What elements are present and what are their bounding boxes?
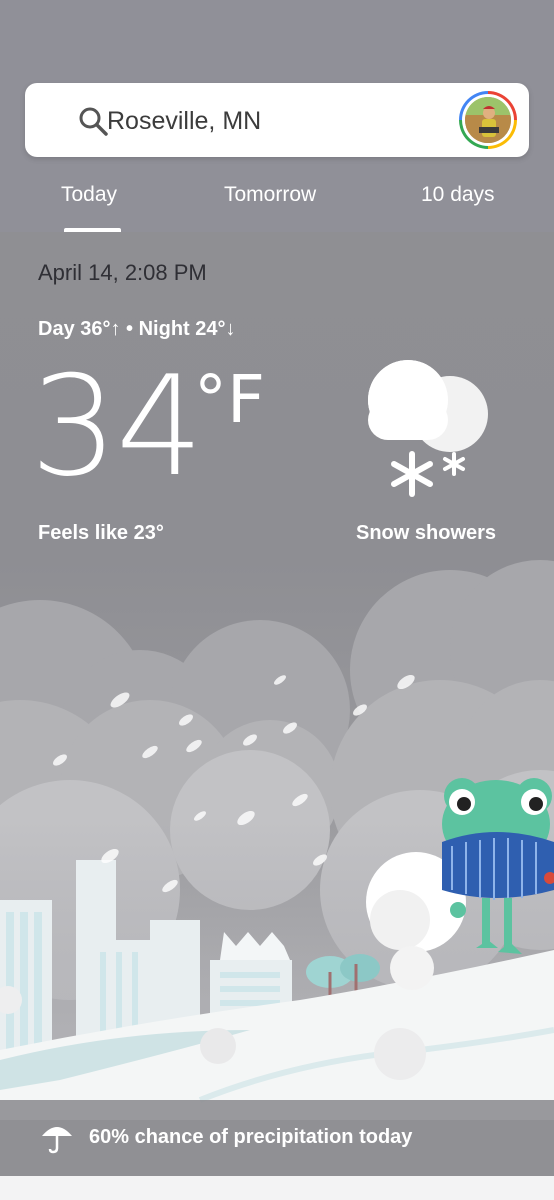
profile-photo bbox=[465, 97, 511, 143]
tab-tomorrow[interactable]: Tomorrow bbox=[224, 182, 316, 208]
search-bar[interactable]: Roseville, MN bbox=[25, 83, 529, 157]
tab-selected-indicator bbox=[64, 228, 121, 232]
precipitation-bar[interactable]: 60% chance of precipitation today bbox=[0, 1100, 554, 1176]
search-icon[interactable] bbox=[77, 105, 109, 137]
date-time: April 14, 2:08 PM bbox=[38, 260, 207, 285]
tab-10-days[interactable]: 10 days bbox=[421, 182, 495, 208]
avatar[interactable] bbox=[459, 91, 517, 149]
tab-today[interactable]: Today bbox=[61, 182, 117, 208]
umbrella-icon bbox=[42, 1127, 72, 1154]
weather-condition: Snow showers bbox=[356, 522, 497, 544]
tab-bar: Today Tomorrow 10 days bbox=[0, 170, 554, 232]
temperature-unit[interactable]: °F bbox=[194, 362, 265, 438]
snow-showers-icon bbox=[368, 360, 488, 497]
bottom-strip bbox=[0, 1176, 554, 1200]
current-temperature: 34 bbox=[30, 346, 204, 507]
precipitation-text: 60% chance of precipitation today bbox=[89, 1126, 413, 1148]
day-night-temps: Day 36°↑ • Night 24°↓ bbox=[38, 318, 236, 340]
location-text[interactable]: Roseville, MN bbox=[107, 105, 261, 137]
weather-app: Roseville, MN Today Tomorrow 10 days Apr… bbox=[0, 0, 554, 1200]
snow-scene-illustration bbox=[0, 560, 554, 1120]
feels-like: Feels like 23° bbox=[38, 522, 164, 544]
